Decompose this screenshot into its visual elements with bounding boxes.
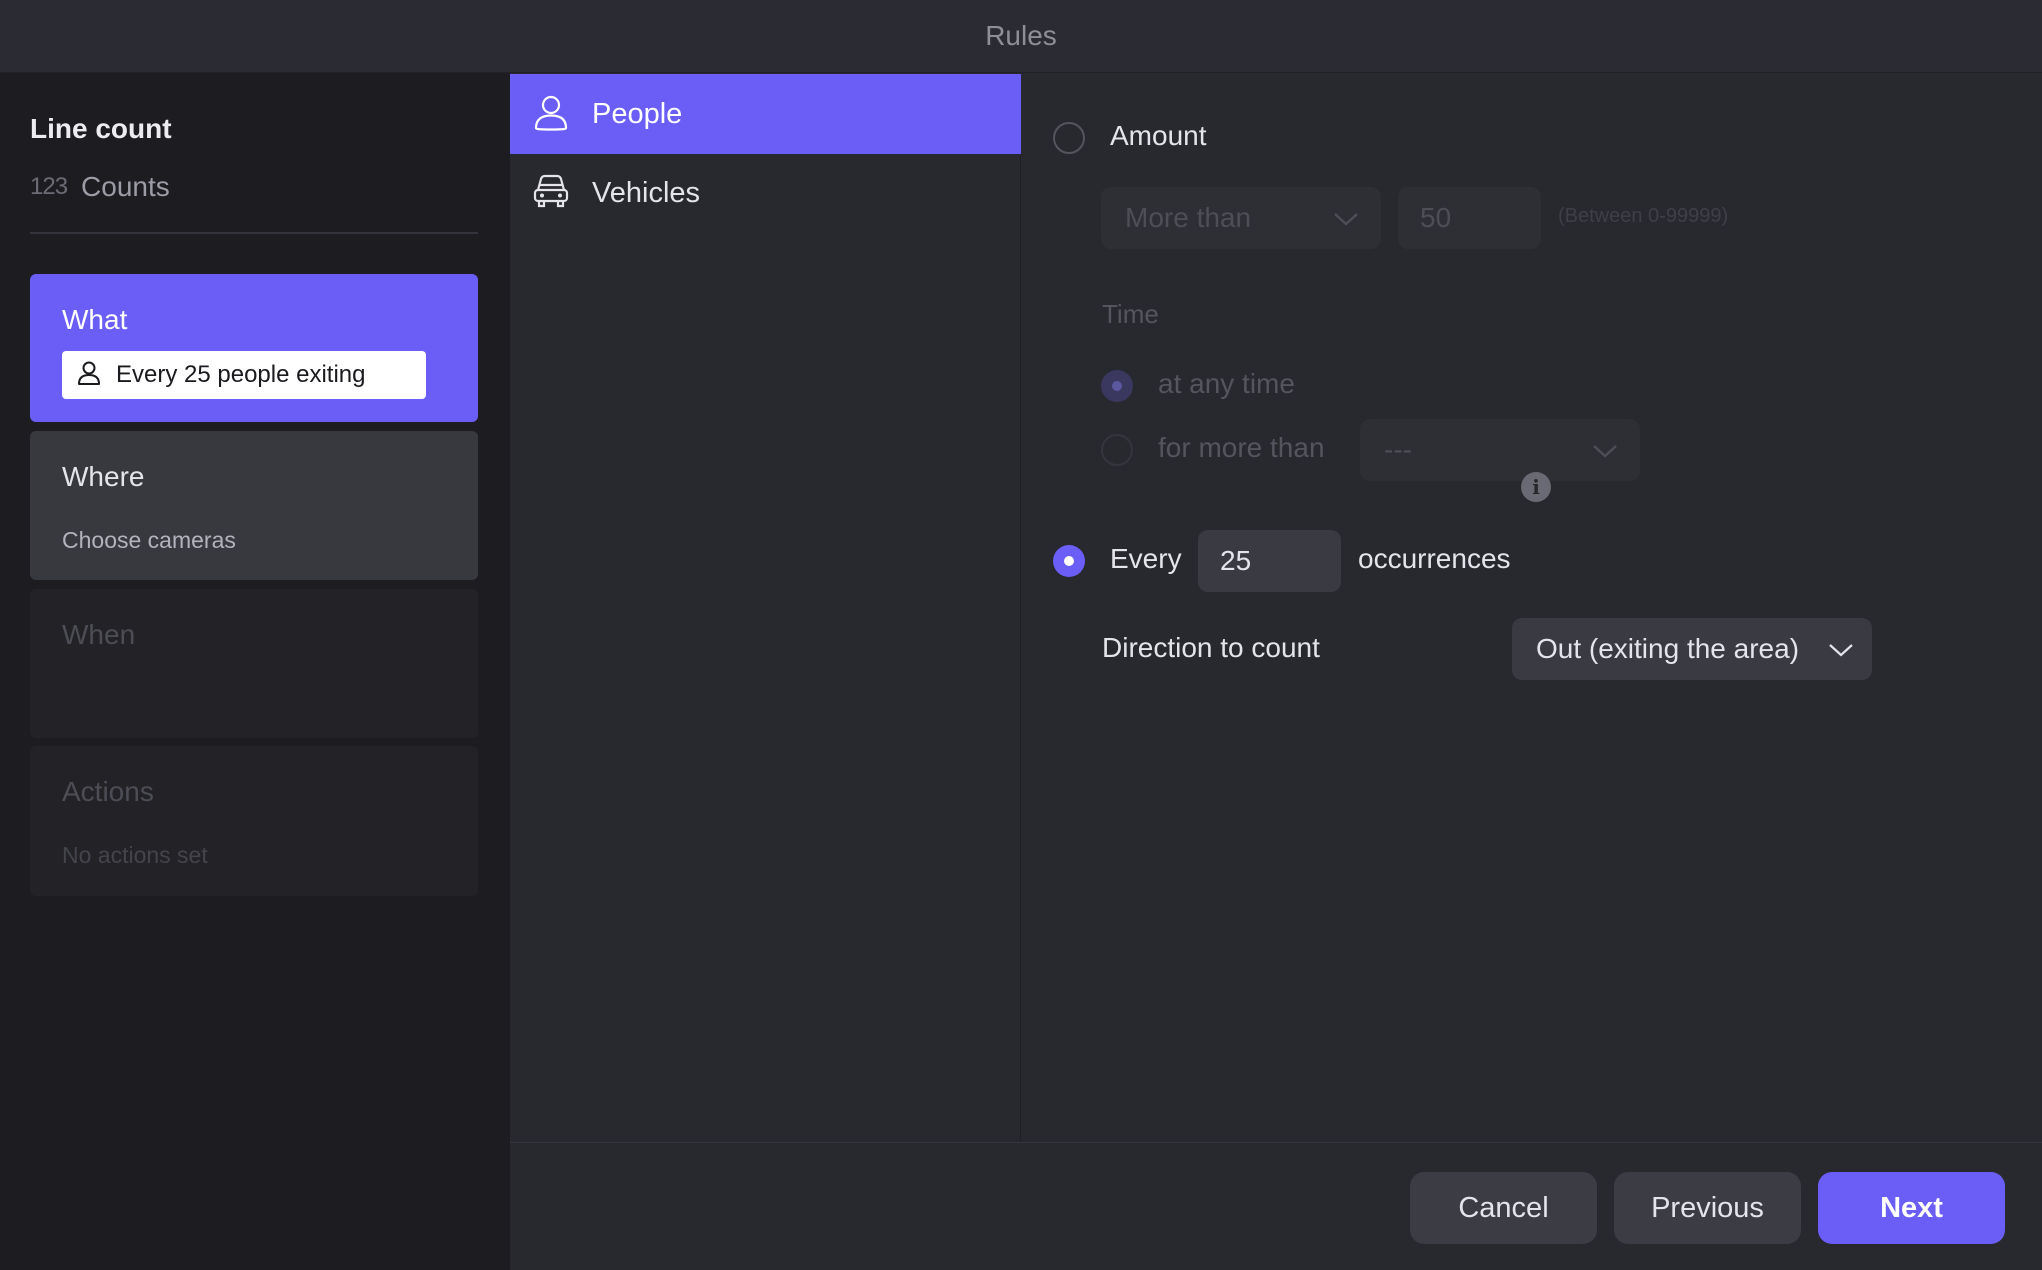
occurrences-label: occurrences xyxy=(1358,543,1511,574)
amount-radio[interactable] xyxy=(1053,122,1085,154)
every-count-value: 25 xyxy=(1220,545,1252,576)
chevron-down-icon xyxy=(1592,434,1618,466)
every-label: Every xyxy=(1110,543,1182,574)
previous-button[interactable]: Previous xyxy=(1614,1172,1801,1244)
counts-icon: 123 xyxy=(30,173,68,200)
step-what[interactable]: What Every 25 people exiting xyxy=(30,274,478,422)
amount-comparator-value: More than xyxy=(1125,202,1252,233)
duration-select: --- xyxy=(1360,419,1640,481)
more-than-label: for more than xyxy=(1158,432,1325,463)
any-time-radio xyxy=(1101,370,1133,402)
object-label-people: People xyxy=(592,97,683,130)
car-icon xyxy=(532,172,570,215)
title-bar: Rules xyxy=(0,0,2042,73)
what-summary-text: Every 25 people exiting xyxy=(116,361,366,388)
direction-value: Out (exiting the area) xyxy=(1536,633,1800,664)
object-label-vehicles: Vehicles xyxy=(592,176,701,209)
amount-value-input: 50 xyxy=(1398,187,1541,249)
step-where-title: Where xyxy=(62,461,145,492)
step-where[interactable]: Where Choose cameras xyxy=(30,431,478,580)
window-title: Rules xyxy=(985,20,1057,51)
step-when-title: When xyxy=(62,619,136,650)
time-label: Time xyxy=(1102,299,1159,329)
duration-value: --- xyxy=(1384,434,1412,465)
sidebar-divider xyxy=(30,232,478,234)
every-count-input[interactable]: 25 xyxy=(1198,530,1341,592)
step-actions-title: Actions xyxy=(62,776,154,807)
what-summary-chip: Every 25 people exiting xyxy=(62,351,426,399)
step-what-title: What xyxy=(62,304,128,335)
amount-label: Amount xyxy=(1110,120,1207,151)
cancel-button[interactable]: Cancel xyxy=(1410,1172,1597,1244)
amount-range-hint: (Between 0-99999) xyxy=(1558,205,1729,227)
object-item-vehicles[interactable]: Vehicles xyxy=(510,153,1021,233)
amount-comparator-select: More than xyxy=(1101,187,1381,249)
step-actions: Actions No actions set xyxy=(30,746,478,896)
sidebar: Line count 123 Counts What Every 25 peop… xyxy=(0,73,510,1270)
chevron-down-icon xyxy=(1333,202,1359,234)
counts-row: 123 Counts xyxy=(30,167,170,207)
direction-select[interactable]: Out (exiting the area) xyxy=(1512,618,1872,680)
object-item-people[interactable]: People xyxy=(510,74,1021,154)
object-type-list: People Vehicles xyxy=(510,73,1021,1143)
counts-label: Counts xyxy=(81,171,170,202)
sidebar-heading: Line count xyxy=(30,113,172,144)
step-when: When xyxy=(30,589,478,738)
step-where-subtitle: Choose cameras xyxy=(62,527,236,553)
settings-panel: Amount More than 50 (Between 0-99999) Ti… xyxy=(1021,73,2042,1143)
every-radio[interactable] xyxy=(1053,545,1085,577)
chevron-down-icon xyxy=(1828,633,1854,665)
direction-label: Direction to count xyxy=(1102,632,1320,663)
person-icon xyxy=(76,360,102,391)
footer-bar: Cancel Previous Next xyxy=(510,1142,2042,1270)
info-icon[interactable]: i xyxy=(1521,472,1551,502)
more-than-radio xyxy=(1101,434,1133,466)
any-time-label: at any time xyxy=(1158,368,1295,399)
amount-value: 50 xyxy=(1420,202,1452,233)
next-button[interactable]: Next xyxy=(1818,1172,2005,1244)
step-actions-subtitle: No actions set xyxy=(62,842,208,868)
person-icon xyxy=(532,93,570,136)
